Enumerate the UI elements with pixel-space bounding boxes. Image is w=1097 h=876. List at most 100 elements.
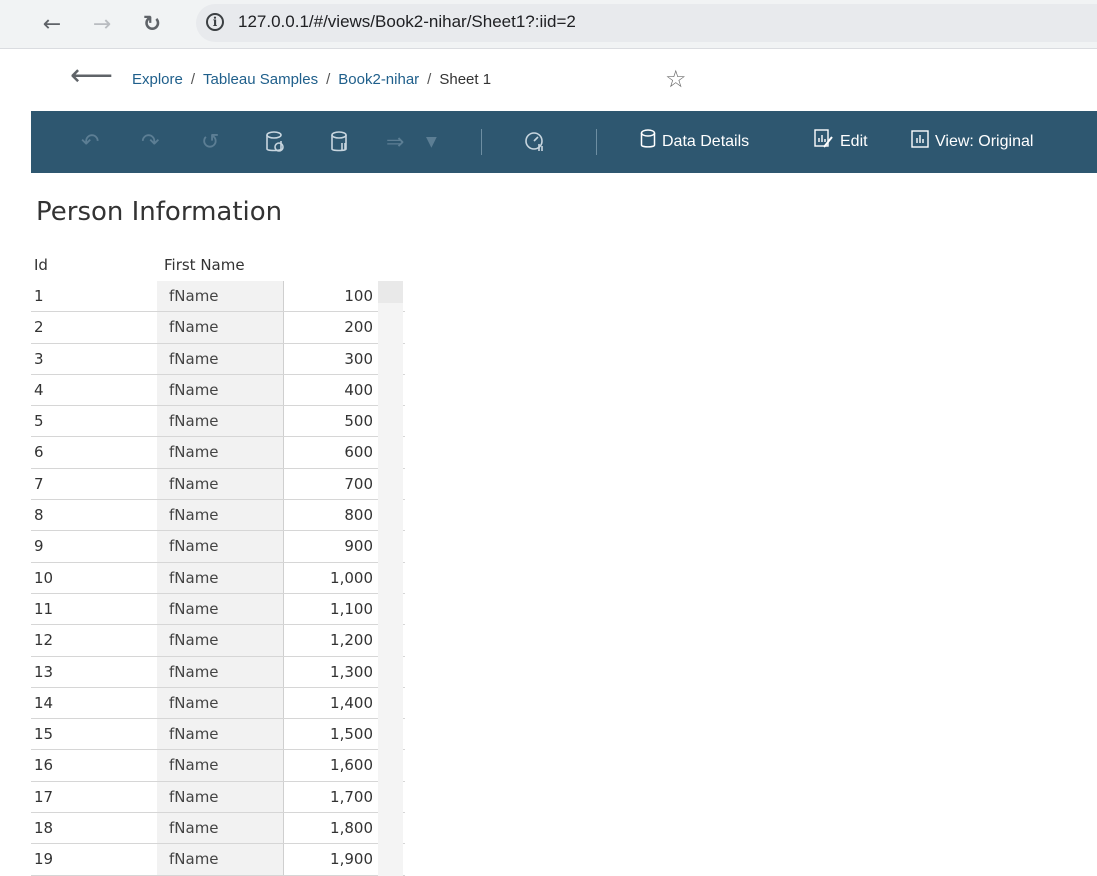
favorite-star-icon[interactable]: ☆ [665,65,687,93]
table-row[interactable]: 6 fName 600 [31,437,405,469]
table-row[interactable]: 15 fName 1,500 [31,719,405,751]
cell-first-name[interactable]: fName [157,437,283,468]
cell-id[interactable]: 6 [34,437,154,467]
cell-value[interactable]: 900 [283,531,377,562]
reload-icon[interactable]: ↻ [136,8,168,40]
table-row[interactable]: 18 fName 1,800 [31,813,405,845]
cell-first-name[interactable]: fName [157,500,283,531]
cell-id[interactable]: 4 [34,375,154,405]
cell-value[interactable]: 200 [283,312,377,343]
cell-value[interactable]: 400 [283,374,377,406]
revert-icon[interactable]: ↺ [201,128,219,156]
cell-first-name[interactable]: fName [157,343,283,374]
cell-id[interactable]: 2 [34,312,154,342]
breadcrumb-workbook[interactable]: Book2-nihar [338,71,419,88]
table-row[interactable]: 7 fName 700 [31,468,405,501]
table-row[interactable]: 14 fName 1,400 [31,687,405,720]
cell-first-name[interactable]: fName [157,687,283,719]
column-header-id[interactable]: Id [34,256,48,274]
table-row[interactable]: 13 fName 1,300 [31,656,405,688]
cell-value[interactable]: 1,600 [283,750,377,781]
cell-value[interactable]: 1,400 [283,687,377,719]
cell-value[interactable]: 100 [283,281,377,312]
cell-id[interactable]: 7 [34,469,154,499]
cell-id[interactable]: 18 [34,813,154,843]
cell-first-name[interactable]: fName [157,406,283,437]
cell-first-name[interactable]: fName [157,844,283,875]
column-header-first-name[interactable]: First Name [164,256,245,274]
table-row[interactable]: 12 fName 1,200 [31,625,405,657]
table-row[interactable]: 10 fName 1,000 [31,562,405,594]
back-arrow-icon[interactable]: ⟵ [70,61,113,91]
cell-id[interactable]: 15 [34,719,154,749]
dropdown-caret-icon[interactable]: ▼ [426,128,437,156]
view-original-button[interactable]: View: Original [911,128,1033,156]
cell-id[interactable]: 19 [34,844,154,874]
table-row[interactable]: 1 fName 100 [31,281,405,313]
cell-value[interactable]: 600 [283,437,377,468]
cell-value[interactable]: 1,300 [283,656,377,687]
refresh-data-icon[interactable] [266,128,286,156]
swap-icon[interactable]: ⇒ [386,128,404,156]
url-text[interactable]: 127.0.0.1/#/views/Book2-nihar/Sheet1?:ii… [238,12,576,32]
scrollbar-thumb[interactable] [378,281,403,303]
breadcrumb-explore[interactable]: Explore [132,71,183,88]
cell-value[interactable]: 1,800 [283,813,377,844]
cell-value[interactable]: 1,500 [283,719,377,750]
cell-value[interactable]: 1,000 [283,562,377,593]
table-row[interactable]: 11 fName 1,100 [31,593,405,626]
cell-value[interactable]: 1,900 [283,844,377,875]
cell-id[interactable]: 11 [34,594,154,624]
cell-id[interactable]: 17 [34,782,154,812]
cell-id[interactable]: 8 [34,500,154,530]
cell-value[interactable]: 1,100 [283,593,377,625]
table-row[interactable]: 8 fName 800 [31,500,405,532]
cell-first-name[interactable]: fName [157,781,283,813]
cell-first-name[interactable]: fName [157,562,283,593]
cell-first-name[interactable]: fName [157,656,283,687]
cell-first-name[interactable]: fName [157,374,283,406]
cell-first-name[interactable]: fName [157,531,283,562]
pause-data-icon[interactable] [331,128,351,156]
cell-first-name[interactable]: fName [157,468,283,500]
table-row[interactable]: 4 fName 400 [31,374,405,407]
cell-first-name[interactable]: fName [157,719,283,750]
performance-icon[interactable] [523,128,547,156]
table-row[interactable]: 5 fName 500 [31,406,405,438]
edit-button[interactable]: Edit [814,128,868,156]
cell-first-name[interactable]: fName [157,593,283,625]
cell-first-name[interactable]: fName [157,813,283,844]
redo-icon[interactable]: ↷ [141,128,159,156]
cell-value[interactable]: 700 [283,468,377,500]
table-row[interactable]: 9 fName 900 [31,531,405,563]
table-row[interactable]: 16 fName 1,600 [31,750,405,782]
table-row[interactable]: 2 fName 200 [31,312,405,344]
cell-value[interactable]: 1,700 [283,781,377,813]
cell-first-name[interactable]: fName [157,312,283,343]
cell-id[interactable]: 14 [34,688,154,718]
cell-id[interactable]: 9 [34,531,154,561]
table-row[interactable]: 17 fName 1,700 [31,781,405,814]
cell-id[interactable]: 3 [34,344,154,374]
cell-value[interactable]: 1,200 [283,625,377,656]
back-arrow-icon[interactable]: ← [36,8,68,40]
cell-id[interactable]: 12 [34,625,154,655]
table-row[interactable]: 19 fName 1,900 [31,844,405,876]
cell-id[interactable]: 5 [34,406,154,436]
cell-first-name[interactable]: fName [157,750,283,781]
undo-icon[interactable]: ↶ [81,128,99,156]
scrollbar-track[interactable] [378,303,403,876]
breadcrumb-tableau-samples[interactable]: Tableau Samples [203,71,318,88]
cell-value[interactable]: 800 [283,500,377,531]
cell-id[interactable]: 16 [34,750,154,780]
site-info-icon[interactable]: i [206,13,224,31]
table-row[interactable]: 3 fName 300 [31,343,405,375]
cell-id[interactable]: 1 [34,281,154,311]
forward-arrow-icon[interactable]: → [86,8,118,40]
cell-first-name[interactable]: fName [157,625,283,656]
cell-first-name[interactable]: fName [157,281,283,312]
cell-id[interactable]: 13 [34,657,154,687]
address-bar[interactable]: i 127.0.0.1/#/views/Book2-nihar/Sheet1?:… [196,4,1097,42]
cell-id[interactable]: 10 [34,563,154,593]
cell-value[interactable]: 500 [283,406,377,437]
